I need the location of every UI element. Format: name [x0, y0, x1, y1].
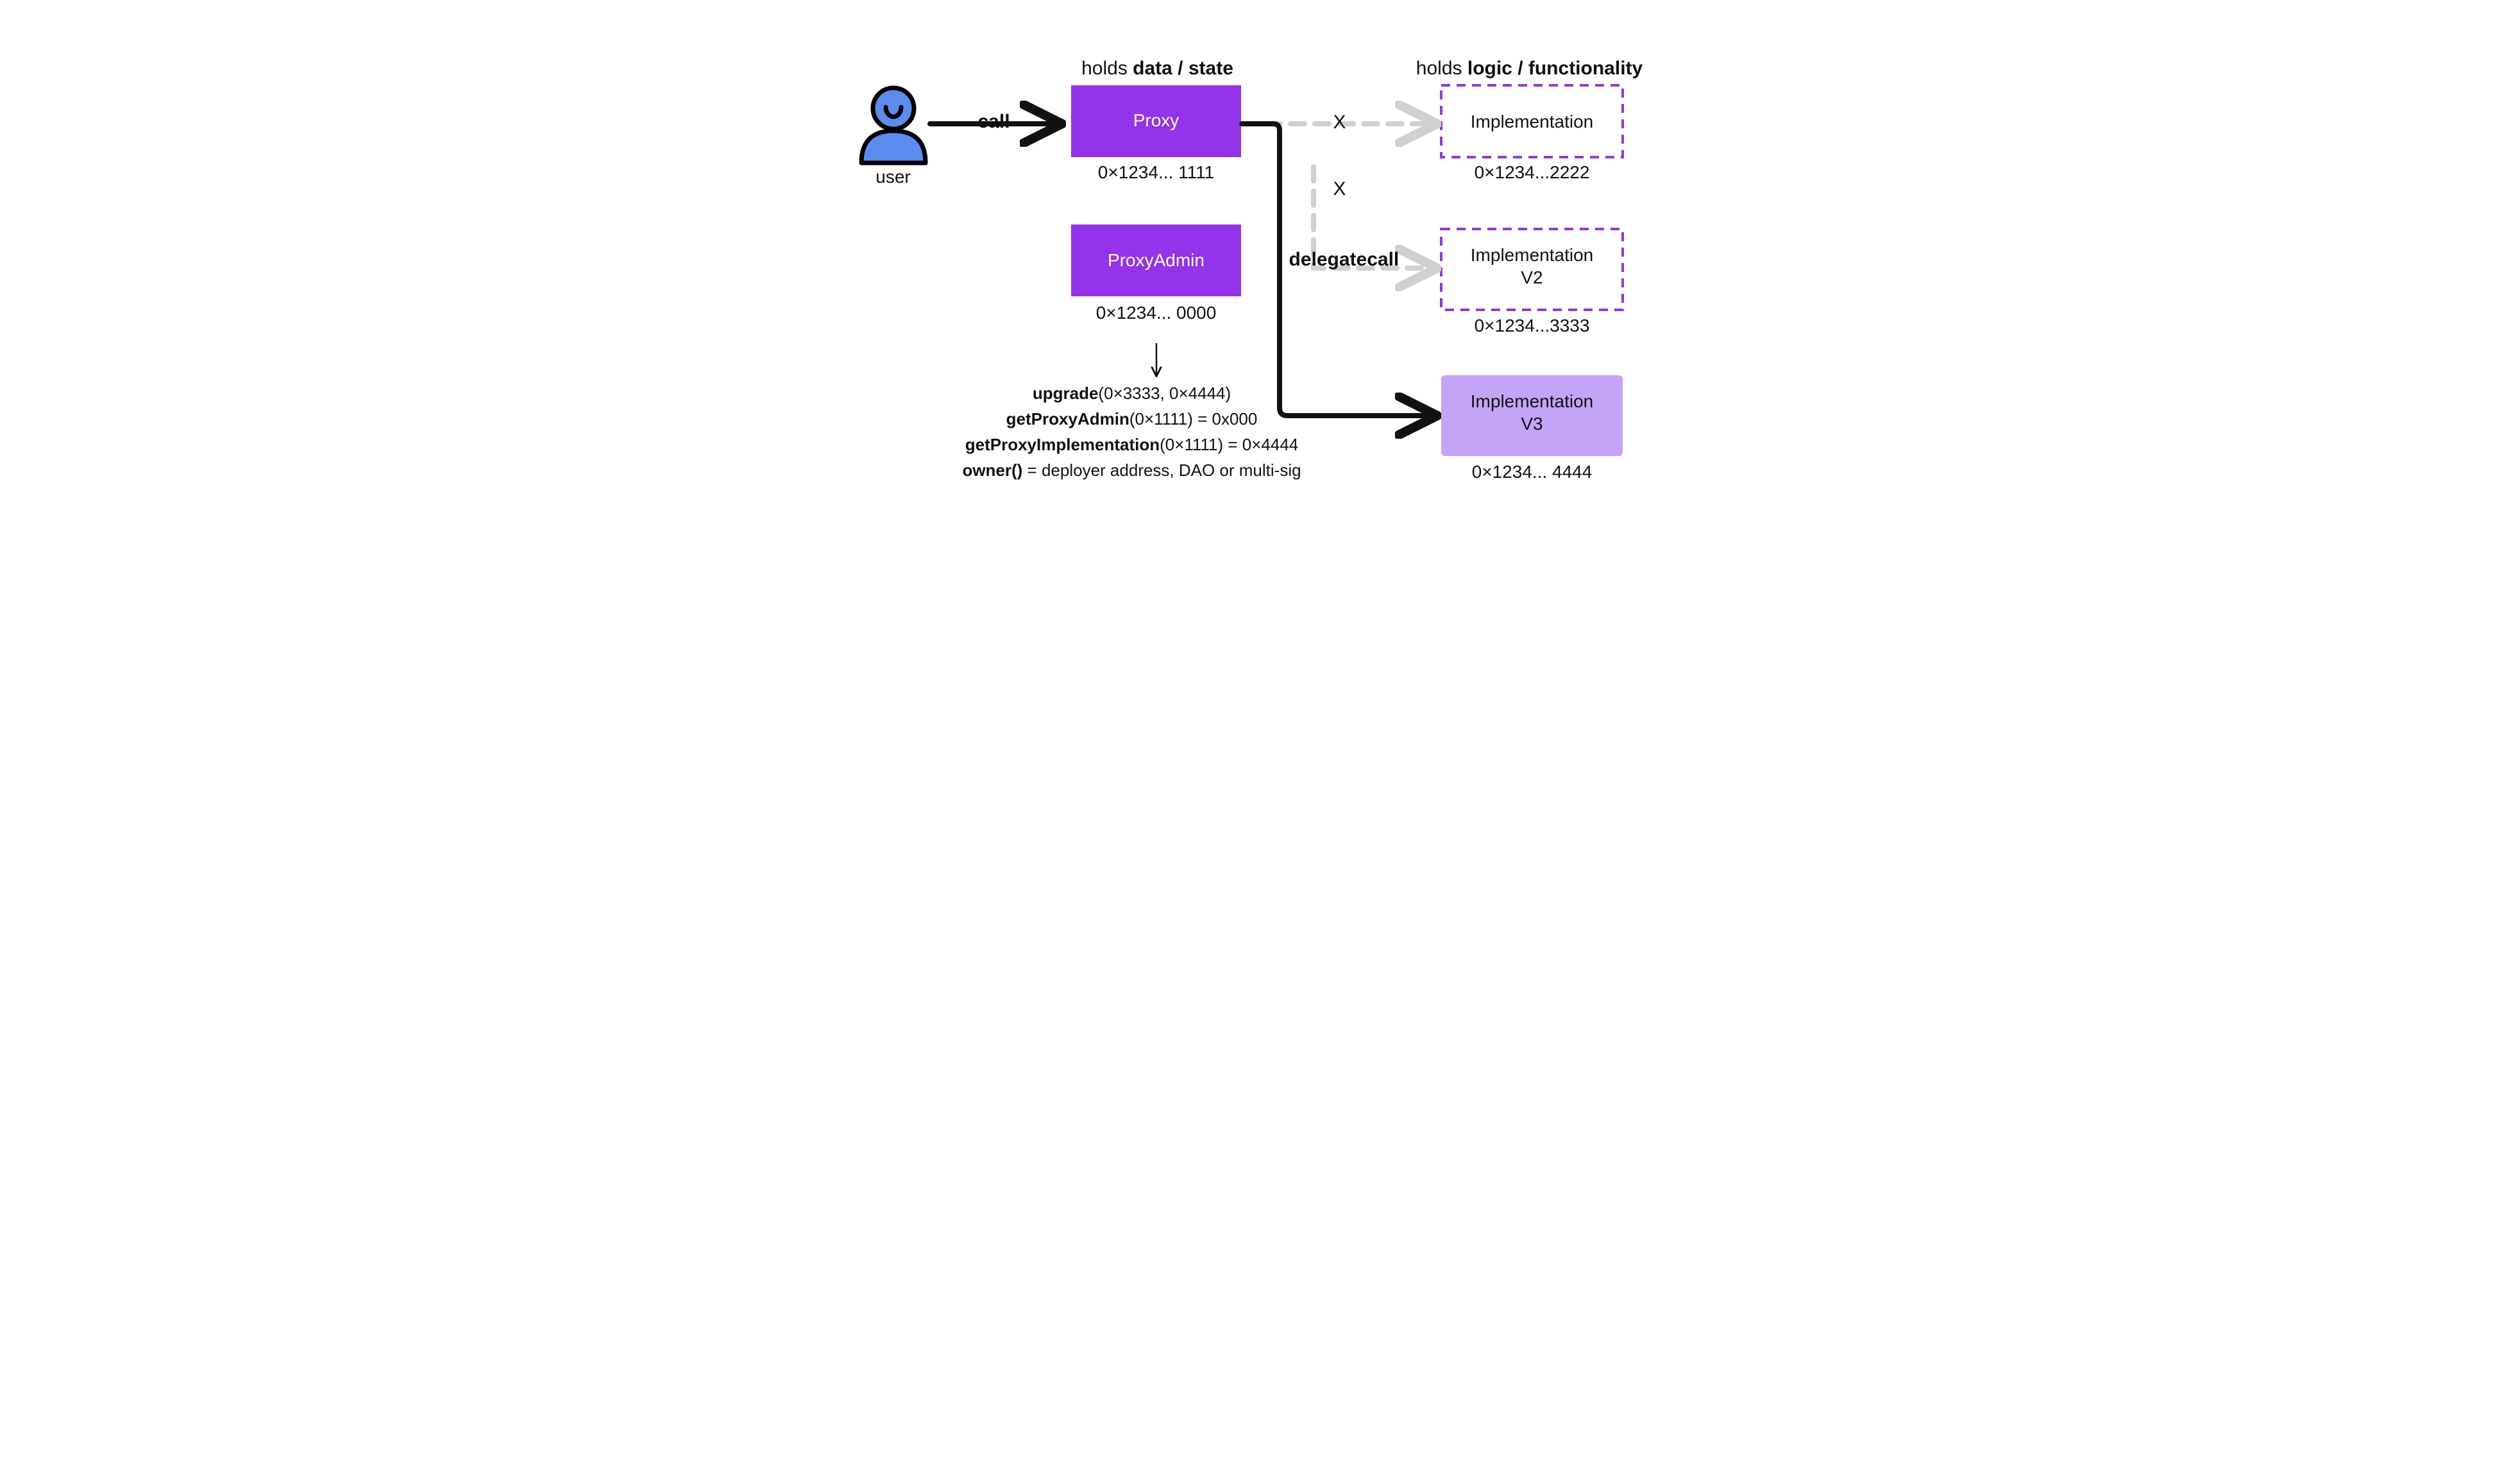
impl2-title: ImplementationV2	[1471, 244, 1593, 289]
x-mark-2: X	[1333, 178, 1346, 200]
user-icon	[861, 88, 926, 163]
header-logic-func: holds logic / functionality	[1416, 58, 1643, 80]
impl3-title: ImplementationV3	[1471, 390, 1593, 435]
user-label: user	[875, 167, 910, 187]
delegatecall-label: delegatecall	[1289, 249, 1400, 271]
fn-upgrade: upgrade(0×3333, 0×4444)	[1033, 384, 1231, 403]
impl1-title: Implementation	[1471, 110, 1593, 133]
fn-owner: owner() = deployer address, DAO or multi…	[962, 461, 1301, 480]
call-label: call	[978, 111, 1010, 133]
x-mark-1: X	[1333, 112, 1346, 133]
proxy-admin-title: ProxyAdmin	[1108, 250, 1205, 271]
diagram-canvas: holds data / state holds logic / functio…	[786, 0, 1735, 558]
proxy-title: Proxy	[1133, 110, 1180, 131]
proxy-admin-addr: 0×1234... 0000	[1096, 303, 1217, 323]
fn-getproxyimpl: getProxyImplementation(0×1111) = 0×4444	[965, 435, 1299, 455]
impl1-addr: 0×1234...2222	[1475, 162, 1590, 183]
header-data-state: holds data / state	[1081, 58, 1233, 80]
proxy-addr: 0×1234... 1111	[1098, 162, 1214, 183]
fn-getproxyadmin: getProxyAdmin(0×1111) = 0x000	[1006, 409, 1258, 429]
impl2-addr: 0×1234...3333	[1475, 316, 1590, 336]
impl3-addr: 0×1234... 4444	[1472, 462, 1593, 482]
